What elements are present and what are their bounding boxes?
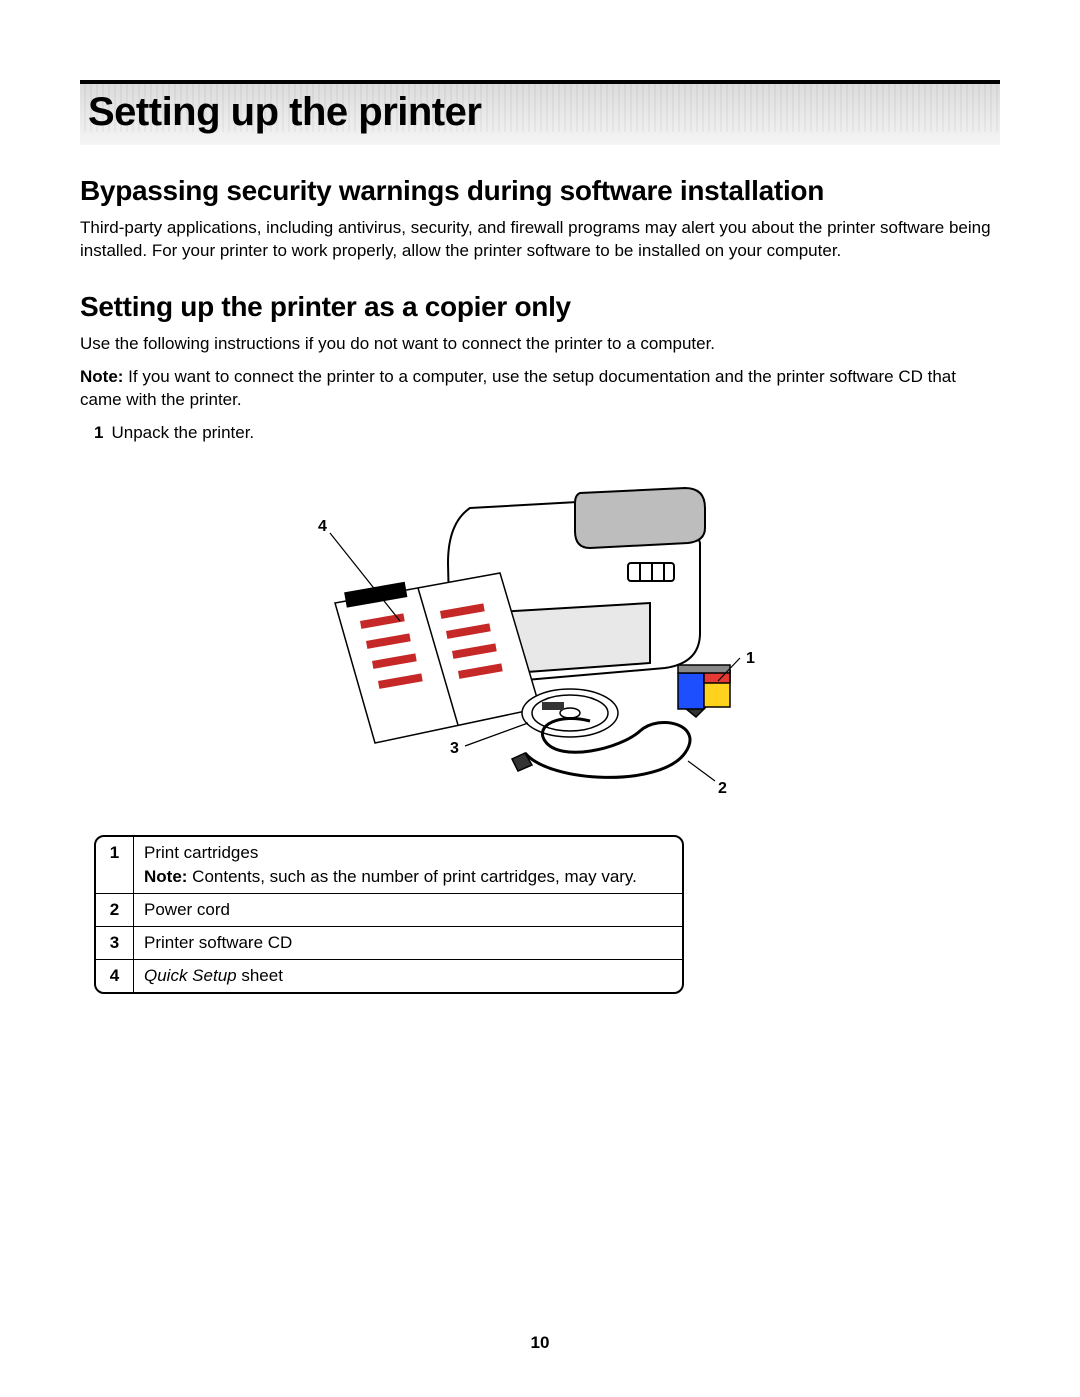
section-heading-copier: Setting up the printer as a copier only [80,291,1000,323]
print-cartridges-icon [678,665,730,709]
section1-body: Third-party applications, including anti… [80,217,1000,263]
part-num: 2 [96,893,134,926]
part-num: 1 [96,837,134,893]
table-row: 2 Power cord [96,893,682,926]
part-desc: Quick Setup sheet [134,959,682,992]
step-1-text: Unpack the printer. [111,423,254,442]
chapter-title: Setting up the printer [88,90,992,135]
part-desc: Power cord [134,893,682,926]
note-label: Note: [80,367,123,386]
table-row: 3 Printer software CD [96,926,682,959]
callout-1: 1 [746,650,755,667]
part-desc: Print cartridges Note: Contents, such as… [134,837,682,893]
unpack-figure: 4 1 2 3 [290,453,790,823]
chapter-header: Setting up the printer [80,80,1000,145]
page-number: 10 [0,1333,1080,1353]
callout-2: 2 [718,780,727,797]
step-1: 1 Unpack the printer. [94,422,1000,445]
table-row: 4 Quick Setup sheet [96,959,682,992]
part-num: 4 [96,959,134,992]
table-row: 1 Print cartridges Note: Contents, such … [96,837,682,893]
callout-4: 4 [318,518,327,535]
section2-note: Note: If you want to connect the printer… [80,366,1000,412]
callout-3: 3 [450,740,459,757]
parts-table: 1 Print cartridges Note: Contents, such … [94,835,684,994]
note-text: If you want to connect the printer to a … [80,367,956,409]
section2-intro: Use the following instructions if you do… [80,333,1000,356]
note-label: Note: [144,867,187,886]
step-1-number: 1 [94,423,103,442]
part-num: 3 [96,926,134,959]
note-text: Contents, such as the number of print ca… [187,867,636,886]
software-cd-icon [522,689,618,737]
part-desc: Printer software CD [134,926,682,959]
section-heading-bypass: Bypassing security warnings during softw… [80,175,1000,207]
